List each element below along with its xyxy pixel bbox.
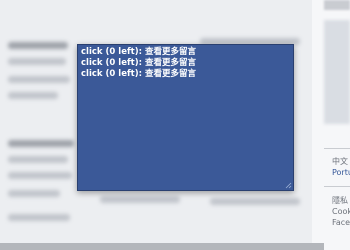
sidebar-language-link[interactable]: Portu [332, 168, 350, 178]
blurred-text [8, 190, 60, 197]
blurred-text [8, 140, 74, 147]
blurred-text [100, 196, 180, 203]
log-line: click (0 left): 查看更多留言 [81, 58, 196, 68]
event-log-popup[interactable]: click (0 left): 查看更多留言 click (0 left): 查… [77, 44, 294, 191]
event-log-content[interactable]: click (0 left): 查看更多留言 click (0 left): 查… [78, 45, 293, 190]
blurred-text [8, 156, 68, 163]
sidebar-header [324, 0, 350, 10]
sidebar-brand: Face [332, 218, 350, 227]
sidebar-divider [324, 186, 350, 187]
sidebar-divider [324, 148, 350, 149]
log-line: click (0 left): 查看更多留言 [81, 47, 196, 57]
resize-grip-icon[interactable] [284, 181, 292, 189]
sidebar-privacy-link[interactable]: 隱私 [332, 196, 348, 206]
blurred-text [8, 172, 72, 179]
sidebar-cookies-link[interactable]: Cook [332, 207, 350, 217]
blurred-text [8, 58, 66, 65]
blurred-text [8, 92, 58, 99]
blurred-text [210, 198, 300, 205]
sidebar-ad-image [324, 20, 350, 124]
bottom-bar [0, 243, 324, 250]
log-line: click (0 left): 查看更多留言 [81, 69, 196, 79]
sidebar-language: 中文 [332, 157, 348, 166]
blurred-text [8, 76, 70, 83]
blurred-text [8, 214, 70, 221]
blurred-text [8, 42, 68, 49]
